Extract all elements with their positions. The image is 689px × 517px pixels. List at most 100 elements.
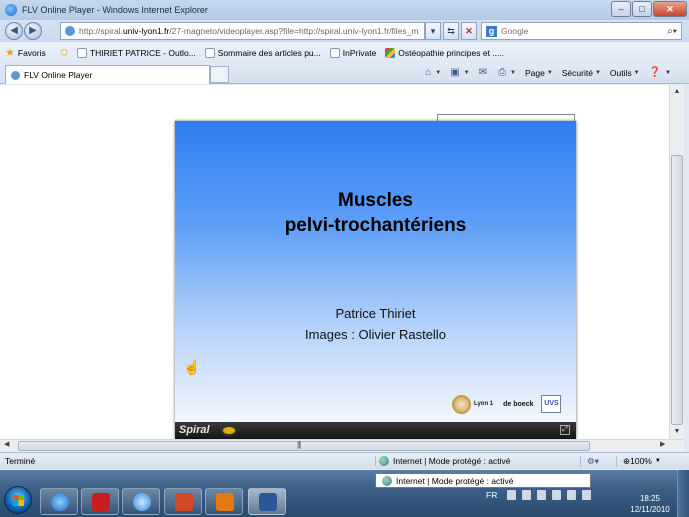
clock[interactable]: 18:25 12/11/2010 — [630, 493, 670, 515]
new-tab-button[interactable] — [210, 66, 229, 83]
ie-icon — [51, 493, 69, 511]
word-icon — [259, 493, 277, 511]
page-menu[interactable]: Page ▼ — [525, 68, 553, 78]
globe-icon — [379, 456, 389, 466]
taskbar-word-button[interactable] — [248, 488, 286, 515]
command-bar: ⌂ ▼ ▣ ▼ ✉ ⎙ ▼ Page ▼ Sécurité ▼ Outils ▼ ❓ ▼ — [416, 67, 671, 78]
tray-icon-3[interactable] — [537, 490, 547, 500]
help-button[interactable]: ❓ ▼ — [649, 67, 671, 78]
scroll-right-icon[interactable]: ▶ — [660, 440, 665, 448]
video-player[interactable]: Muscles pelvi-trochantériens Patrice Thi… — [175, 121, 576, 439]
search-input[interactable] — [501, 26, 651, 36]
scroll-left-icon[interactable]: ◀ — [4, 440, 9, 448]
scroll-up-icon[interactable]: ▲ — [670, 85, 684, 99]
globe-icon — [382, 475, 392, 486]
page-icon — [76, 47, 87, 58]
page-icon — [204, 47, 215, 58]
favorites-button[interactable]: ★ Favoris — [5, 46, 46, 59]
network-icon[interactable] — [567, 490, 577, 500]
partner-logos: Lyon 1 de boeck UVS — [452, 391, 562, 417]
page-icon — [11, 70, 20, 80]
close-button[interactable]: ✕ — [653, 1, 687, 17]
address-dropdown-button[interactable]: ▾ — [425, 22, 441, 40]
favorites-bar: ★ Favoris ✩ THIRIET PATRICE - Outlo... S… — [0, 42, 689, 63]
security-menu[interactable]: Sécurité ▼ — [562, 68, 601, 78]
protected-mode-button[interactable]: ⚙▾ — [580, 455, 616, 467]
fullscreen-button[interactable]: ⤢ — [560, 425, 570, 435]
page-icon — [329, 47, 340, 58]
status-bar: Terminé Internet | Mode protégé : activé… — [0, 452, 689, 469]
status-text: Terminé — [5, 456, 36, 466]
system-tray: FR — [486, 490, 597, 500]
url-text[interactable]: http://spiral.univ-lyon1.fr/27-magneto/v… — [79, 26, 419, 36]
taskbar-ie-button[interactable] — [40, 488, 78, 515]
rss-icon: ▣ — [450, 67, 460, 78]
taskbar-acrobat-button[interactable] — [81, 488, 119, 515]
vertical-scroll-thumb[interactable] — [671, 155, 683, 425]
tray-icon-2[interactable] — [522, 490, 532, 500]
slide-images-credit: Images : Olivier Rastello — [305, 327, 446, 342]
slide-title-line1: Muscles — [338, 190, 413, 211]
page-icon — [65, 26, 75, 36]
favorite-item-sommaire[interactable]: Sommaire des articles pu... — [204, 47, 321, 58]
favorite-item-outlook[interactable]: THIRIET PATRICE - Outlo... — [76, 47, 196, 58]
tools-menu[interactable]: Outils ▼ — [610, 68, 640, 78]
feeds-button[interactable]: ▣ ▼ — [450, 67, 469, 78]
title-bar: FLV Online Player - Windows Internet Exp… — [0, 0, 689, 20]
windows-logo-icon — [13, 495, 24, 506]
forward-button[interactable]: ▶ — [24, 22, 42, 40]
language-indicator[interactable]: FR — [486, 490, 497, 500]
scroll-grip-icon: ||| — [297, 440, 301, 449]
show-desktop-button[interactable] — [677, 470, 689, 517]
google-favicon-icon — [385, 47, 396, 58]
action-center-flag-icon[interactable] — [552, 490, 562, 500]
favorite-item-osteopathie[interactable]: Ostéopathie principes et ..... — [385, 47, 504, 58]
tray-icon-1[interactable] — [507, 490, 517, 500]
taskbar-quicktime-button[interactable] — [122, 488, 160, 515]
window-title: FLV Online Player - Windows Internet Exp… — [22, 5, 208, 15]
scroll-down-icon[interactable]: ▼ — [670, 425, 684, 439]
horizontal-scroll-thumb[interactable] — [18, 441, 590, 451]
minimize-button[interactable]: – — [611, 1, 631, 17]
back-button[interactable]: ◀ — [5, 22, 23, 40]
volume-icon[interactable] — [582, 490, 592, 500]
star-icon: ★ — [5, 47, 15, 59]
favorite-item-inprivate[interactable]: InPrivate — [329, 47, 376, 58]
search-box[interactable]: g ⌕▾ — [481, 22, 682, 40]
deboeck-logo: de boeck — [503, 400, 534, 408]
home-button[interactable]: ⌂ ▼ — [425, 67, 441, 78]
tab-bar: FLV Online Player ⌂ ▼ ▣ ▼ ✉ ⎙ ▼ Page ▼ Sécur… — [0, 63, 689, 84]
taskbar-powerpoint-button[interactable] — [164, 488, 202, 515]
add-favorite-button[interactable]: ✩ — [60, 46, 72, 59]
security-zone[interactable]: Internet | Mode protégé : activé — [375, 456, 580, 466]
compat-view-icon[interactable]: ⇆ — [443, 22, 459, 40]
start-button[interactable] — [4, 486, 32, 514]
player-control-bar: Spiral ⤢ — [175, 422, 576, 439]
address-field[interactable]: http://spiral.univ-lyon1.fr/27-magneto/v… — [60, 22, 425, 40]
search-icon[interactable]: ⌕▾ — [667, 26, 677, 37]
slide-author: Patrice Thiriet — [335, 306, 416, 321]
spiral-logo-icon — [221, 425, 237, 436]
mail-icon: ✉ — [478, 67, 487, 78]
vertical-scrollbar[interactable]: ▲ ▼ — [669, 85, 684, 439]
home-icon: ⌂ — [425, 67, 432, 78]
zoom-icon: ⊕ — [623, 455, 631, 466]
hand-cursor-icon: ☝ — [183, 359, 201, 375]
zoom-button[interactable]: ⊕ 100% ▼ — [616, 455, 661, 467]
print-icon: ⎙ — [498, 67, 506, 78]
tab-flv-online-player[interactable]: FLV Online Player — [5, 65, 210, 84]
stop-button[interactable]: ✕ — [461, 22, 477, 40]
print-button[interactable]: ⎙ ▼ — [498, 67, 516, 78]
uvs-logo: UVS — [541, 395, 562, 413]
add-star-icon: ✩ — [59, 47, 69, 59]
lyon1-seal-icon — [452, 394, 471, 414]
zone-tooltip: Internet | Mode protégé : activé — [375, 473, 591, 488]
taskbar-mediaplayer-button[interactable] — [205, 488, 243, 515]
spiral-logo: Spiral — [179, 424, 210, 436]
help-icon: ❓ — [648, 67, 662, 78]
horizontal-scrollbar[interactable]: ◀ ||| ▶ — [0, 439, 684, 452]
window-controls: – □ ✕ — [610, 1, 687, 17]
google-icon: g — [486, 25, 497, 37]
mail-button[interactable]: ✉ — [479, 67, 489, 78]
maximize-button[interactable]: □ — [632, 1, 652, 17]
